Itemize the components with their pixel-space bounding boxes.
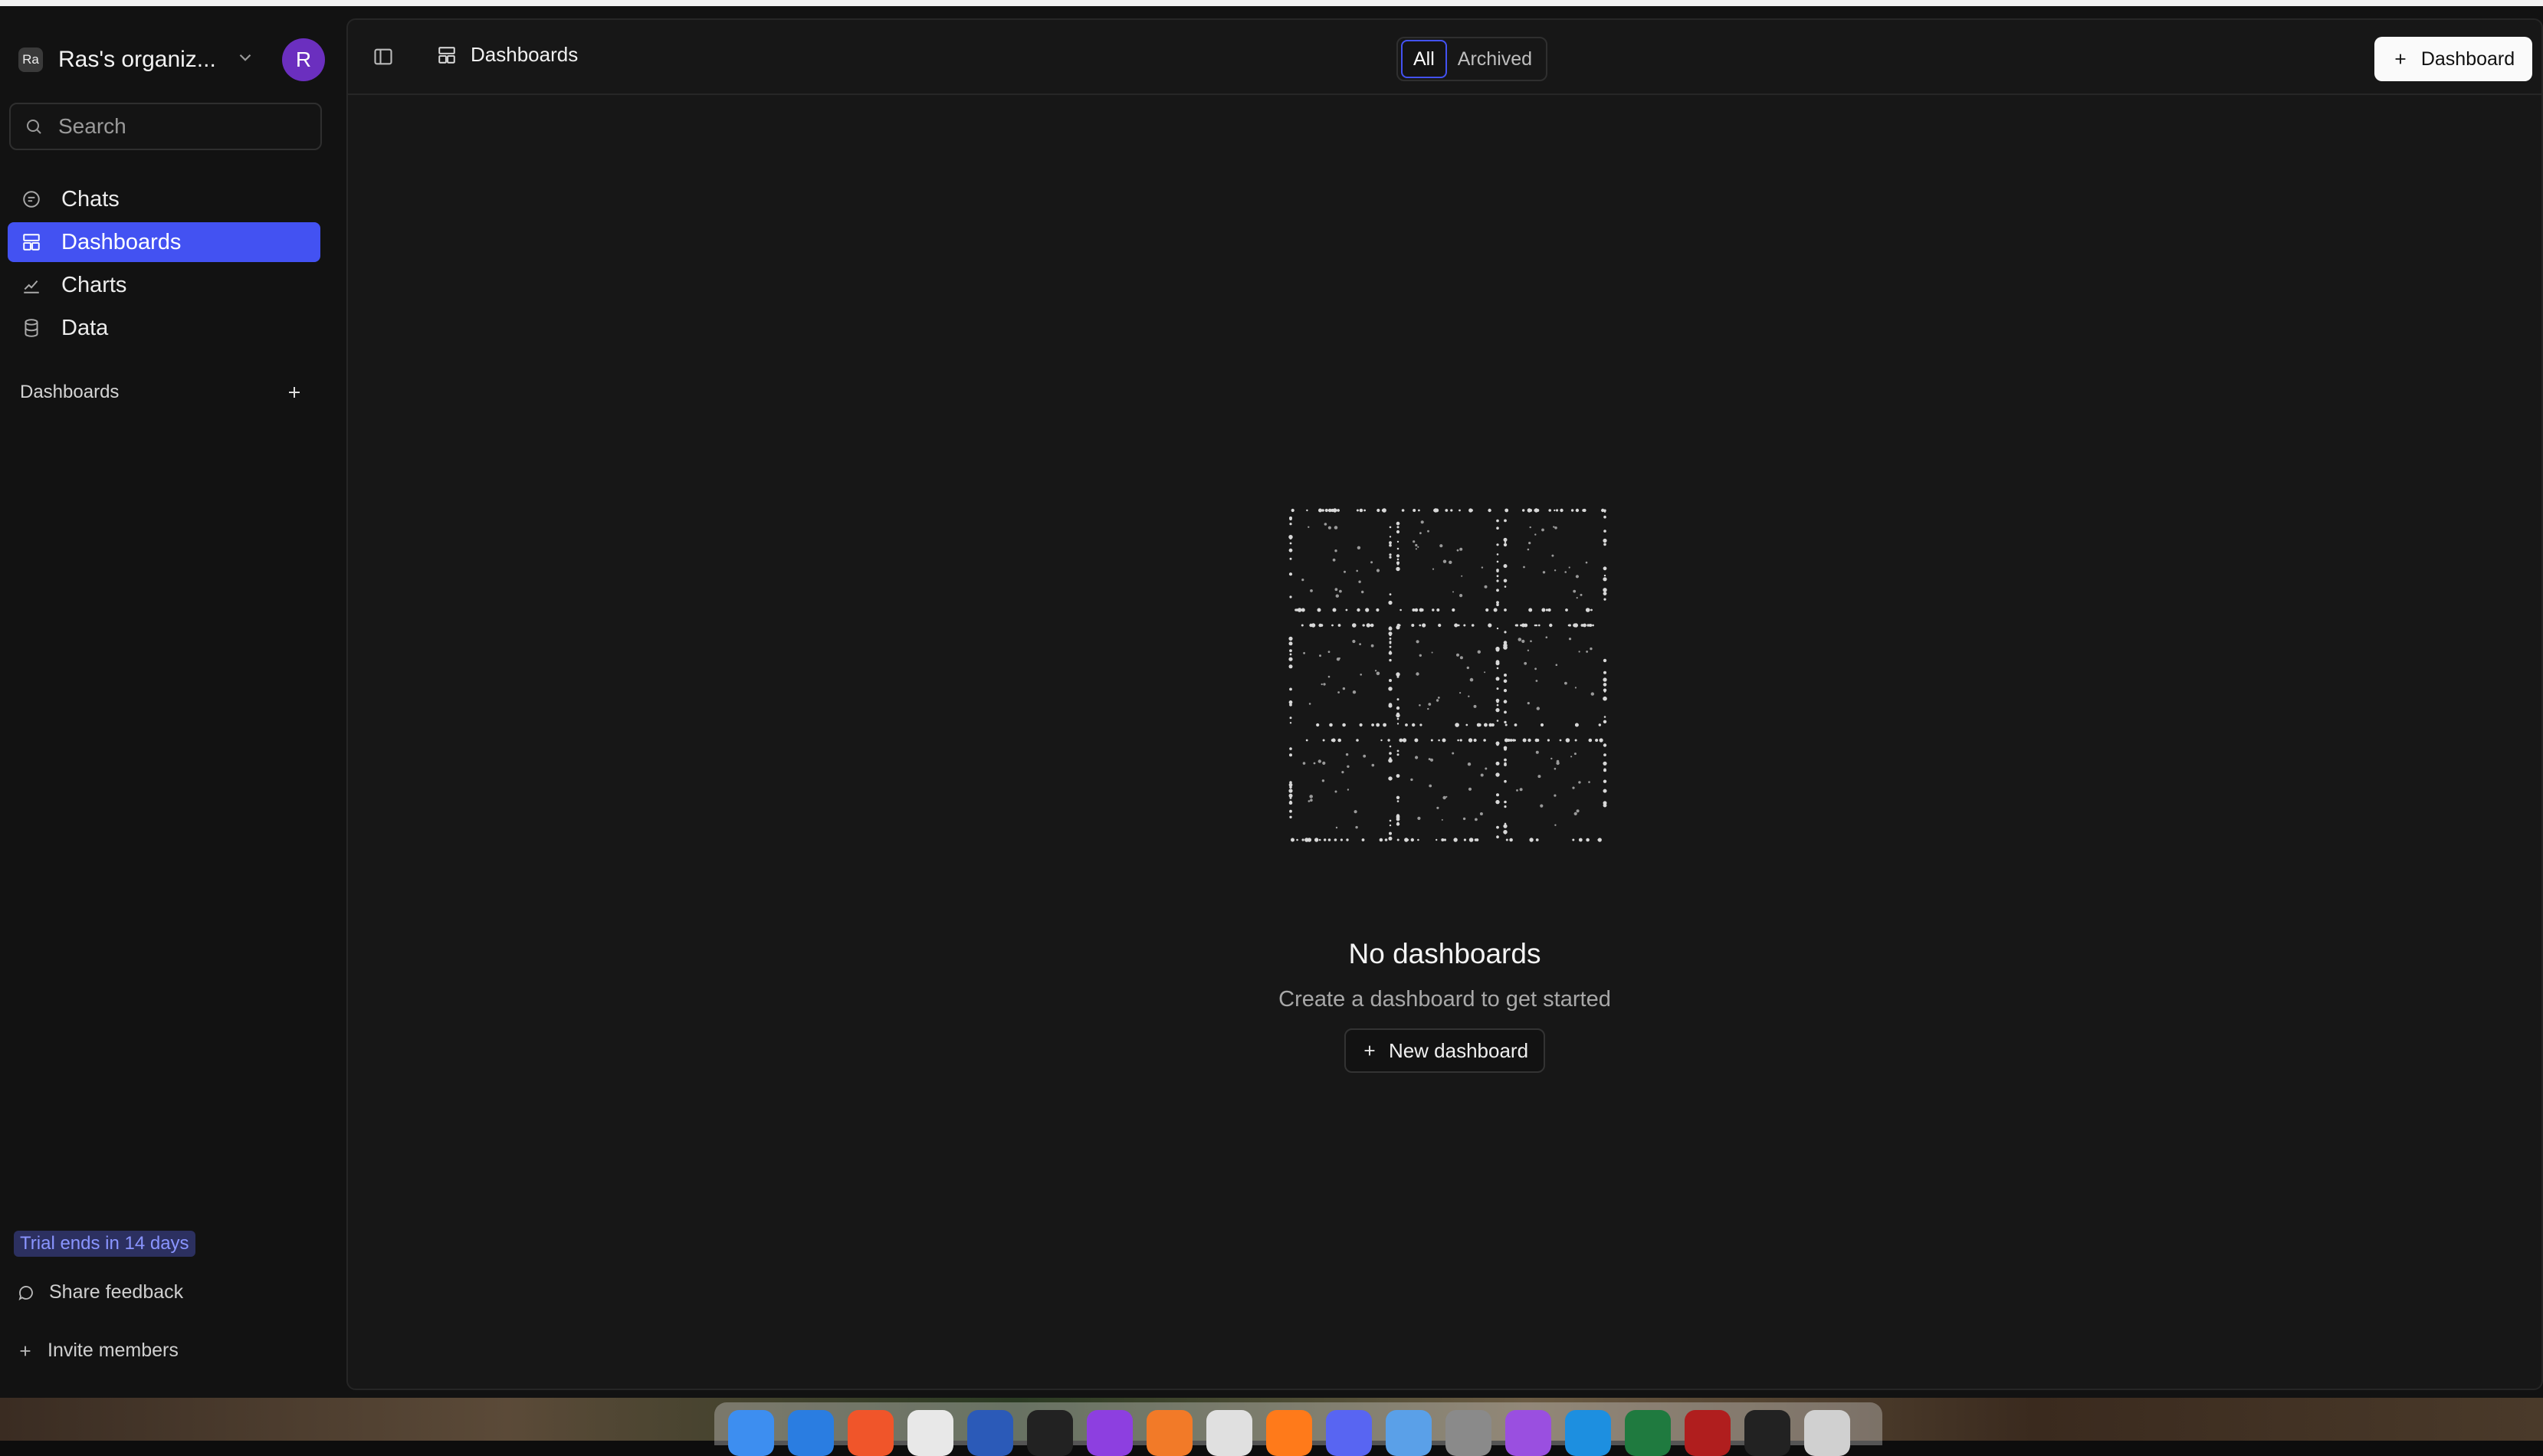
breadcrumb: Dashboards [437, 43, 578, 67]
tab-all[interactable]: All [1401, 40, 1447, 78]
new-dashboard-label: New dashboard [1388, 1038, 1529, 1062]
org-switcher[interactable]: Ra Ras's organiz... R [9, 34, 328, 86]
section-title: Dashboards [20, 382, 120, 402]
share-feedback-button[interactable]: Share feedback [17, 1281, 183, 1304]
feedback-icon [18, 1285, 33, 1300]
empty-state-title: No dashboards [1348, 938, 1541, 969]
share-feedback-label: Share feedback [49, 1281, 184, 1303]
org-badge: Ra [18, 48, 43, 72]
dashboards-section-header: Dashboards [20, 382, 305, 403]
trash-icon[interactable] [1804, 1410, 1850, 1456]
sidebar-toggle-icon[interactable] [372, 46, 394, 71]
sidebar: Ra Ras's organiz... R Chats Dashbo [0, 6, 345, 1398]
app-window: Ra Ras's organiz... R Chats Dashbo [0, 6, 2543, 1398]
sidebar-item-charts[interactable]: Charts [8, 265, 320, 305]
plus-icon [2395, 54, 2406, 64]
search-icon [27, 120, 41, 134]
preview-icon[interactable] [1386, 1410, 1432, 1456]
page-header: Dashboards All Archived Dashboard [348, 20, 2541, 95]
word-icon[interactable] [967, 1410, 1013, 1456]
sidebar-nav: Chats Dashboards Charts Data [8, 179, 320, 351]
avatar[interactable]: R [282, 38, 325, 81]
plus-icon [20, 1346, 31, 1356]
excel-icon[interactable] [1625, 1410, 1671, 1456]
datagrip-icon[interactable] [1087, 1410, 1133, 1456]
chrome-icon[interactable] [907, 1410, 953, 1456]
invite-members-button[interactable]: Invite members [17, 1340, 179, 1362]
vscode-icon[interactable] [788, 1410, 834, 1456]
dock [714, 1402, 1882, 1456]
terminal-icon[interactable] [1744, 1410, 1790, 1456]
empty-state-subtitle: Create a dashboard to get started [1278, 987, 1611, 1012]
brave-icon[interactable] [848, 1410, 894, 1456]
database-icon [21, 318, 44, 338]
page-title: Dashboards [471, 43, 579, 66]
add-dashboard-label: Dashboard [2420, 48, 2515, 70]
sidebar-item-label: Charts [61, 272, 127, 297]
filter-tabs: All Archived [1396, 37, 1548, 81]
add-dashboard-icon[interactable] [284, 382, 305, 403]
slack-icon[interactable] [1206, 1410, 1252, 1456]
podcasts-icon[interactable] [1505, 1410, 1551, 1456]
docker-icon[interactable] [1565, 1410, 1611, 1456]
sidebar-item-label: Data [61, 315, 109, 340]
sidebar-item-chats[interactable]: Chats [8, 179, 320, 219]
plus-icon [1364, 1045, 1375, 1056]
trial-badge[interactable]: Trial ends in 14 days [14, 1231, 195, 1257]
dashboard-icon [438, 46, 455, 64]
sidebar-item-dashboards[interactable]: Dashboards [8, 222, 320, 262]
discord-icon[interactable] [1326, 1410, 1372, 1456]
sidebar-item-label: Chats [61, 186, 120, 212]
disk-utility-icon[interactable] [1445, 1410, 1491, 1456]
chevron-down-icon[interactable] [235, 48, 255, 71]
tab-archived[interactable]: Archived [1447, 40, 1543, 78]
main-panel: Dashboards All Archived Dashboard No das… [346, 18, 2543, 1390]
new-dashboard-button[interactable]: New dashboard [1344, 1028, 1545, 1073]
screen-top-strip [0, 0, 2543, 6]
search-input[interactable] [57, 113, 305, 139]
finder-icon[interactable] [728, 1410, 774, 1456]
invite-members-label: Invite members [48, 1340, 179, 1361]
firefox-icon[interactable] [1266, 1410, 1312, 1456]
dashboard-icon [21, 232, 44, 252]
sidebar-item-data[interactable]: Data [8, 308, 320, 348]
sketch-icon[interactable] [1147, 1410, 1193, 1456]
chart-icon [21, 275, 44, 295]
search-box[interactable] [9, 103, 322, 150]
chat-icon [21, 189, 44, 209]
dashboard-illustration-icon [1288, 508, 1607, 842]
sidebar-item-label: Dashboards [61, 229, 182, 254]
add-dashboard-button[interactable]: Dashboard [2374, 37, 2532, 81]
org-name: Ras's organiz... [58, 47, 216, 72]
acrobat-icon[interactable] [1685, 1410, 1731, 1456]
cursor-icon[interactable] [1027, 1410, 1073, 1456]
